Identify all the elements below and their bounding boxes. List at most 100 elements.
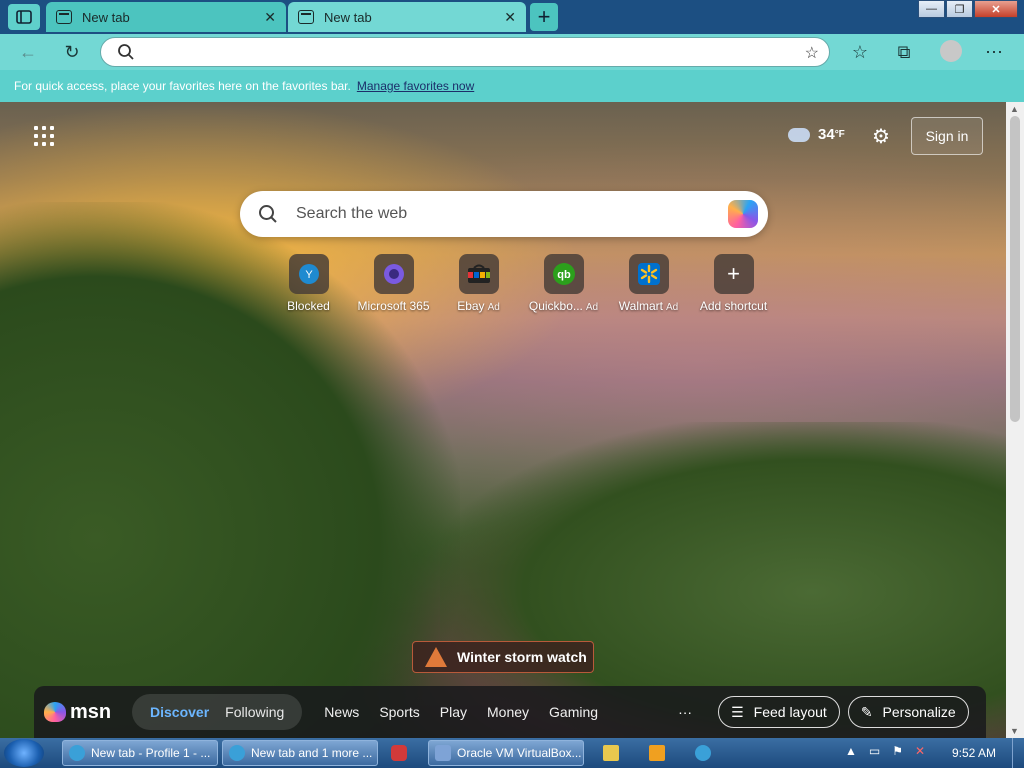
taskbar-media-player[interactable] xyxy=(644,740,670,766)
nav-play[interactable]: Play xyxy=(440,704,467,720)
app-icon xyxy=(391,745,407,761)
ad-badge: Ad xyxy=(585,302,599,313)
shortcut-quickbooks[interactable]: qb Quickbo... Ad xyxy=(521,254,606,313)
clock[interactable]: 9:52 AM xyxy=(952,746,996,760)
minimize-button[interactable]: — xyxy=(918,0,945,18)
scroll-up-icon[interactable]: ▲ xyxy=(1010,104,1019,114)
sparkle-pencil-icon: ✎ xyxy=(860,703,873,720)
taskbar-label: Oracle VM VirtualBox... xyxy=(457,746,582,760)
taskbar-edge[interactable] xyxy=(690,740,716,766)
collections-icon[interactable]: ⧉ xyxy=(892,40,916,64)
personalize-button[interactable]: ✎ Personalize xyxy=(847,696,969,728)
shortcut-ebay[interactable]: Ebay Ad xyxy=(436,254,521,313)
feed-layout-button[interactable]: ☰ Feed layout xyxy=(718,696,840,728)
media-player-icon xyxy=(649,745,665,761)
manage-favorites-link[interactable]: Manage favorites now xyxy=(357,79,474,93)
restore-button[interactable]: ❐ xyxy=(946,0,973,18)
tab-following[interactable]: Following xyxy=(217,704,292,720)
add-favorite-icon[interactable]: ☆ xyxy=(805,43,819,63)
shortcut-label: Ebay Ad xyxy=(457,299,500,313)
ad-badge: Ad xyxy=(666,302,679,313)
folder-icon xyxy=(603,745,619,761)
quickbooks-tile: qb xyxy=(543,254,584,294)
nav-sports[interactable]: Sports xyxy=(379,704,419,720)
new-tab-page: 34 °F ⚙ Sign in Search the web Y Blocked … xyxy=(0,102,1006,738)
tab-close-icon[interactable]: ✕ xyxy=(504,9,516,26)
page-scrollbar[interactable]: ▲ ▼ xyxy=(1006,102,1024,738)
shortcut-label: Microsoft 365 xyxy=(357,299,430,313)
blocked-tile: Y xyxy=(288,254,329,294)
address-bar[interactable]: ☆ xyxy=(100,37,830,67)
svg-text:qb: qb xyxy=(557,269,571,281)
network-icon[interactable]: ▭ xyxy=(869,744,880,758)
back-arrow-icon[interactable]: ← xyxy=(16,40,40,64)
edge-icon xyxy=(229,745,245,761)
search-icon xyxy=(259,205,277,223)
nav-gaming[interactable]: Gaming xyxy=(549,704,598,720)
start-button[interactable] xyxy=(4,739,44,767)
tray-expand-icon[interactable]: ▲ xyxy=(845,744,857,758)
favorites-icon[interactable]: ☆ xyxy=(848,40,872,64)
scrollbar-thumb[interactable] xyxy=(1010,116,1020,422)
taskbar-explorer[interactable] xyxy=(598,740,624,766)
taskbar-edge-profile[interactable]: New tab - Profile 1 - ... xyxy=(62,740,218,766)
new-tab-icon xyxy=(298,10,314,24)
new-tab-button[interactable]: + xyxy=(530,3,558,31)
more-menu-icon[interactable]: ⋯ xyxy=(982,40,1006,64)
close-window-button[interactable]: ✕ xyxy=(974,0,1018,18)
feed-nav: News Sports Play Money Gaming xyxy=(314,704,608,720)
tab-new-tab-2[interactable]: New tab ✕ xyxy=(288,2,526,32)
weather-widget[interactable]: 34 °F xyxy=(788,126,845,143)
microsoft-365-icon xyxy=(383,264,404,284)
window-controls: — ❐ ✕ xyxy=(917,0,1018,20)
sliders-icon: ☰ xyxy=(731,703,744,720)
taskbar-label: New tab - Profile 1 - ... xyxy=(91,746,211,760)
feed-tabs: Discover Following xyxy=(132,694,303,730)
shortcut-walmart[interactable]: Walmart Ad xyxy=(606,254,691,313)
taskbar-edge-newtab[interactable]: New tab and 1 more ... xyxy=(222,740,378,766)
shortcut-label-text: Walmart xyxy=(618,299,663,313)
profile-avatar[interactable] xyxy=(940,40,962,62)
weather-icon xyxy=(788,127,810,142)
copilot-icon[interactable] xyxy=(728,200,758,228)
nav-money[interactable]: Money xyxy=(487,704,529,720)
shortcut-microsoft-365[interactable]: Microsoft 365 xyxy=(351,254,436,313)
scroll-down-icon[interactable]: ▼ xyxy=(1010,726,1019,736)
tab-close-icon[interactable]: ✕ xyxy=(264,9,276,26)
taskbar-virtualbox[interactable]: Oracle VM VirtualBox... xyxy=(428,740,584,766)
virtualbox-icon xyxy=(435,745,451,761)
warning-icon xyxy=(425,647,447,667)
edge-icon xyxy=(695,745,711,761)
volume-muted-icon[interactable]: ✕ xyxy=(915,744,925,758)
msn-logo[interactable]: msn xyxy=(44,701,122,724)
shortcut-add[interactable]: + Add shortcut xyxy=(691,254,776,313)
personalize-label: Personalize xyxy=(882,704,956,720)
web-search-box[interactable]: Search the web xyxy=(240,191,768,237)
tab-title: New tab xyxy=(324,9,372,25)
tab-actions-button[interactable] xyxy=(8,4,40,30)
flag-icon[interactable]: ⚑ xyxy=(892,744,903,758)
quick-links: Y Blocked Microsoft 365 Ebay Ad qb Quickb… xyxy=(266,254,776,313)
shortcut-blocked[interactable]: Y Blocked xyxy=(266,254,351,313)
new-tab-icon xyxy=(56,10,72,24)
settings-gear-icon[interactable]: ⚙ xyxy=(872,124,890,149)
shortcut-label-text: Quickbo... xyxy=(528,299,583,313)
app-launcher-icon[interactable] xyxy=(34,126,54,146)
shortcut-label-text: Ebay xyxy=(457,299,485,313)
msn-logo-text: msn xyxy=(70,700,112,723)
tab-new-tab-1[interactable]: New tab ✕ xyxy=(46,2,286,32)
walmart-icon xyxy=(637,263,660,285)
sign-in-button[interactable]: Sign in xyxy=(911,117,983,155)
refresh-icon[interactable]: ↻ xyxy=(60,40,84,64)
show-desktop-button[interactable] xyxy=(1012,738,1024,768)
nav-news[interactable]: News xyxy=(324,704,359,720)
taskbar-app-icon[interactable] xyxy=(384,740,420,766)
plus-icon: + xyxy=(727,261,740,286)
more-nav-button[interactable]: ··· xyxy=(678,704,692,720)
tab-discover[interactable]: Discover xyxy=(142,704,217,720)
favorites-bar-message: For quick access, place your favorites h… xyxy=(14,79,351,93)
shortcut-label: Blocked xyxy=(287,299,330,313)
add-shortcut-tile: + xyxy=(713,254,754,294)
weather-alert-button[interactable]: Winter storm watch xyxy=(412,641,594,673)
shortcut-label: Walmart Ad xyxy=(619,299,678,313)
